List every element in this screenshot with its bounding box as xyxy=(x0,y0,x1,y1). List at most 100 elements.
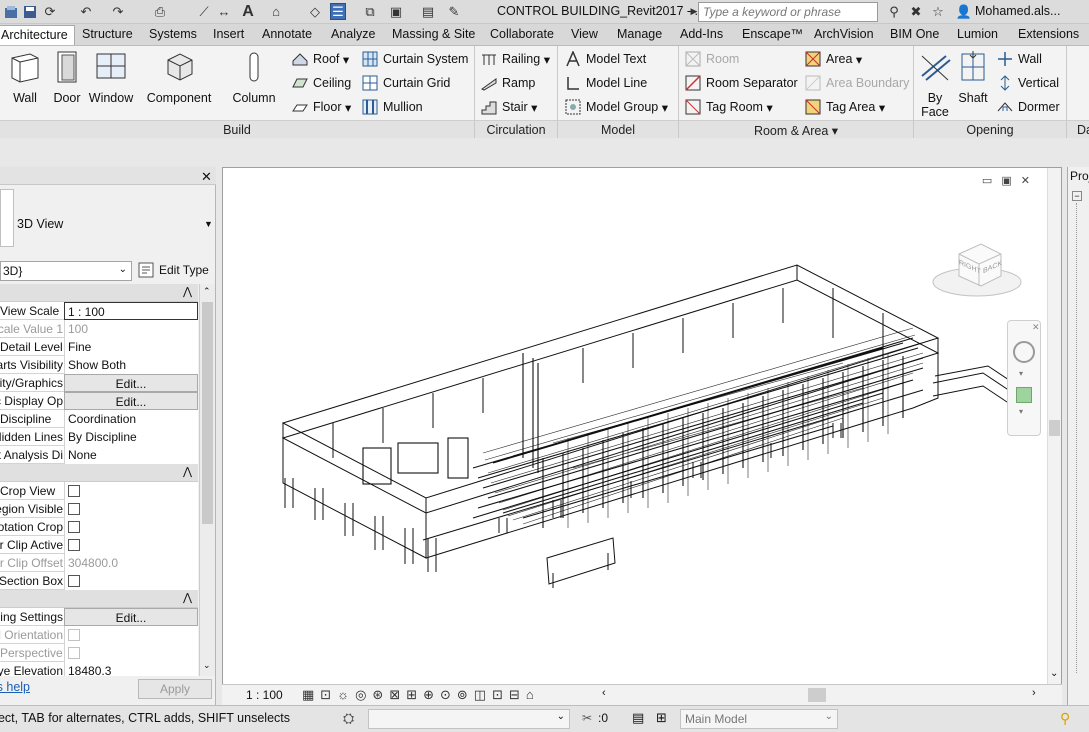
tab-collaborate[interactable]: Collaborate xyxy=(490,27,554,41)
area-boundary-button[interactable]: Area Boundary xyxy=(805,72,909,94)
wall-opening-button[interactable]: Wall xyxy=(997,48,1042,70)
scroll-up-icon[interactable]: ⌃ xyxy=(203,286,211,297)
edit-icon[interactable]: ✎ xyxy=(446,3,462,20)
workset-icon[interactable]: ⛭ xyxy=(343,710,354,727)
search-input[interactable]: Type a keyword or phrase xyxy=(698,2,878,22)
tab-add-ins[interactable]: Add-Ins xyxy=(680,27,723,41)
sheet-icon[interactable]: ▤ xyxy=(420,3,436,20)
checkbox[interactable] xyxy=(64,482,198,500)
save-icon[interactable] xyxy=(22,3,38,20)
user-name[interactable]: Mohamed.als... xyxy=(975,4,1060,18)
close-icon[interactable]: ✕ xyxy=(201,169,212,185)
zoom-icon[interactable] xyxy=(1016,387,1032,403)
group-header-extents[interactable]: ⋀ xyxy=(0,464,198,482)
property-row[interactable]: Crop Region Visible xyxy=(0,500,198,518)
group-header-graphics[interactable]: ⋀ xyxy=(0,284,198,302)
tab-manage[interactable]: Manage xyxy=(617,27,662,41)
default-3d-view-icon[interactable]: ⌂ xyxy=(268,3,284,20)
tag-room-button[interactable]: Tag Room ▾ xyxy=(685,96,773,118)
panel-title-room-area[interactable]: Room & Area ▾ xyxy=(679,120,913,138)
tab-architecture[interactable]: Architecture xyxy=(0,25,75,45)
tab-structure[interactable]: Structure xyxy=(82,27,133,41)
property-row[interactable]: Visibility/Graphics ...Edit... xyxy=(0,374,198,392)
favorites-star-icon[interactable]: ☆ xyxy=(930,3,946,20)
chevron-down-icon[interactable]: ▾ xyxy=(1019,369,1023,378)
dormer-opening-button[interactable]: Dormer xyxy=(997,96,1060,118)
property-row[interactable]: Section Box xyxy=(0,572,198,590)
vertical-opening-button[interactable]: Vertical xyxy=(997,72,1059,94)
section-icon[interactable]: ◇ xyxy=(307,3,323,20)
3d-view-canvas[interactable]: ▭ ▣ ✕ RIGHT BACK ✕ ▾ ▾ ⌄ xyxy=(222,167,1062,705)
undo-icon[interactable]: ↶ xyxy=(78,3,94,20)
room-separator-button[interactable]: Room Separator xyxy=(685,72,798,94)
shaft-button[interactable]: Shaft xyxy=(955,48,991,118)
model-line-button[interactable]: Model Line xyxy=(565,72,647,94)
checkbox[interactable] xyxy=(64,500,198,518)
window-button[interactable]: Window xyxy=(88,48,134,118)
property-row[interactable]: Graphic Display Op...Edit... xyxy=(0,392,198,410)
property-row[interactable]: Camera Rendering SettingsEdit... xyxy=(0,608,198,626)
group-header-camera[interactable]: ⋀ xyxy=(0,590,198,608)
thin-lines-icon[interactable]: ☰ xyxy=(330,3,346,20)
column-button[interactable]: Column xyxy=(230,48,278,118)
mullion-button[interactable]: Mullion xyxy=(362,96,423,118)
scroll-right-icon[interactable]: › xyxy=(1032,687,1036,699)
property-row[interactable]: Far Clip Active xyxy=(0,536,198,554)
scrollbar-thumb[interactable] xyxy=(202,302,213,524)
user-icon[interactable]: 👤 xyxy=(956,3,972,20)
checkbox[interactable] xyxy=(64,518,198,536)
redo-icon[interactable]: ↷ xyxy=(110,3,126,20)
view-scale[interactable]: 1 : 100 xyxy=(246,688,283,702)
binoculars-icon[interactable]: ⚲ xyxy=(886,3,902,20)
room-button[interactable]: Room xyxy=(685,48,739,70)
editable-only-icon[interactable]: ▤ xyxy=(632,710,644,726)
view-control-icons[interactable]: ▦⊡☼◎⊛⊠⊞⊕⊙⊚◫⊡⊟⌂ xyxy=(302,687,540,703)
type-selector-dropdown-icon[interactable]: ▼ xyxy=(204,219,213,229)
edit-button[interactable]: Edit... xyxy=(64,374,198,392)
view-instance-selector[interactable]: 3D} ⌄ xyxy=(0,261,132,281)
tab-analyze[interactable]: Analyze xyxy=(331,27,375,41)
model-text-button[interactable]: Model Text xyxy=(565,48,646,70)
collapse-icon[interactable]: − xyxy=(1072,191,1082,201)
checkbox[interactable] xyxy=(64,572,198,590)
viewcube[interactable]: RIGHT BACK xyxy=(929,234,1023,302)
property-row[interactable]: Discipline Coordination xyxy=(0,410,198,428)
scroll-left-icon[interactable]: ‹ xyxy=(602,687,606,699)
tab-archvision[interactable]: ArchVision xyxy=(814,27,874,41)
filter-icon[interactable]: ⚲ xyxy=(1060,710,1070,727)
tab-enscape[interactable]: Enscape™ xyxy=(742,27,803,41)
door-button[interactable]: Door xyxy=(50,48,84,118)
close-icon[interactable]: ✕ xyxy=(1032,322,1040,333)
switch-windows-icon[interactable]: ▣ xyxy=(388,3,404,20)
tab-view[interactable]: View xyxy=(571,27,598,41)
scrollbar-thumb[interactable] xyxy=(1049,420,1060,436)
subscription-icon[interactable]: ✖ xyxy=(908,3,924,20)
chevron-down-icon[interactable]: ▾ xyxy=(1019,407,1023,416)
ramp-button[interactable]: Ramp xyxy=(481,72,535,94)
edit-button[interactable]: Edit... xyxy=(64,392,198,410)
model-group-button[interactable]: Model Group ▾ xyxy=(565,96,668,118)
curtain-grid-button[interactable]: Curtain Grid xyxy=(362,72,450,94)
property-row[interactable]: Show Hidden LinesBy Discipline xyxy=(0,428,198,446)
design-option-selector[interactable]: Main Model ⌄ xyxy=(680,709,838,729)
tab-insert[interactable]: Insert xyxy=(213,27,244,41)
properties-help-link[interactable]: Properties help xyxy=(0,680,30,694)
by-face-button[interactable]: By Face xyxy=(918,48,952,119)
railing-button[interactable]: Railing ▾ xyxy=(481,48,550,70)
close-hidden-windows-icon[interactable]: ⧉ xyxy=(362,3,378,20)
apply-button[interactable]: Apply xyxy=(138,679,212,699)
stair-button[interactable]: Stair ▾ xyxy=(481,96,537,118)
roof-button[interactable]: Roof ▾ xyxy=(292,48,349,70)
tab-annotate[interactable]: Annotate xyxy=(262,27,312,41)
component-button[interactable]: Component xyxy=(146,48,212,118)
checkbox[interactable] xyxy=(64,536,198,554)
sync-icon[interactable]: ⟳ xyxy=(42,3,58,20)
design-option-icon[interactable]: ✂ xyxy=(582,711,592,725)
view-vertical-scrollbar[interactable]: ⌄ xyxy=(1047,168,1061,684)
edit-button[interactable]: Edit... xyxy=(64,608,198,626)
steering-wheel-icon[interactable] xyxy=(1013,341,1035,363)
tab-extensions[interactable]: Extensions xyxy=(1018,27,1079,41)
tab-massing-site[interactable]: Massing & Site xyxy=(392,27,475,41)
scroll-down-icon[interactable]: ⌄ xyxy=(203,660,211,671)
measure-icon[interactable]: ⟋ xyxy=(196,3,212,20)
